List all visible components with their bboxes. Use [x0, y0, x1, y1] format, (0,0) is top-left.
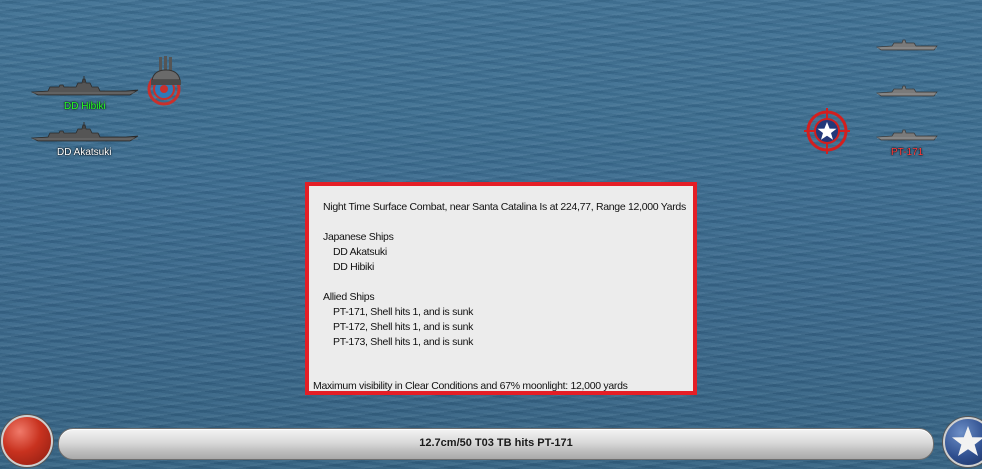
status-message-bar: 12.7cm/50 T03 TB hits PT-171	[58, 428, 934, 460]
gun-turret-icon	[146, 56, 186, 97]
visibility-footer: Maximum visibility in Clear Conditions a…	[313, 380, 628, 392]
japanese-ship-label-akatsuki: DD Akatsuki	[57, 147, 112, 158]
allied-ship-2[interactable]	[876, 84, 938, 98]
pt-boat-silhouette-icon	[876, 39, 938, 51]
allied-ship-3[interactable]	[876, 128, 938, 142]
japanese-ship-akatsuki[interactable]	[30, 122, 140, 144]
pt-boat-silhouette-icon	[876, 129, 938, 141]
japanese-ships-header: Japanese Ships	[323, 231, 394, 243]
allied-ship-label-pt171: PT-171	[891, 147, 924, 158]
destroyer-silhouette-icon	[30, 122, 139, 142]
japanese-ship-label-hibiki: DD Hibiki	[64, 101, 106, 112]
us-star-target-icon	[804, 108, 850, 159]
status-message: 12.7cm/50 T03 TB hits PT-171	[419, 437, 573, 449]
allied-ship-1[interactable]	[876, 38, 938, 52]
allied-ship-entry: PT-171, Shell hits 1, and is sunk	[333, 306, 474, 318]
white-star-icon	[952, 426, 982, 456]
allied-ship-entry: PT-173, Shell hits 1, and is sunk	[333, 336, 474, 348]
japanese-ship-hibiki[interactable]	[30, 76, 140, 98]
allied-ship-entry: PT-172, Shell hits 1, and is sunk	[333, 321, 474, 333]
japanese-ship-entry: DD Akatsuki	[333, 246, 387, 258]
star-button[interactable]	[943, 417, 982, 467]
red-circle-button[interactable]	[1, 415, 53, 467]
combat-summary-line: Night Time Surface Combat, near Santa Ca…	[323, 201, 686, 213]
combat-report-dialog[interactable]: Night Time Surface Combat, near Santa Ca…	[305, 182, 697, 395]
japanese-ship-entry: DD Hibiki	[333, 261, 375, 273]
pt-boat-silhouette-icon	[876, 85, 938, 97]
allied-ships-header: Allied Ships	[323, 291, 375, 303]
destroyer-silhouette-icon	[30, 76, 139, 96]
